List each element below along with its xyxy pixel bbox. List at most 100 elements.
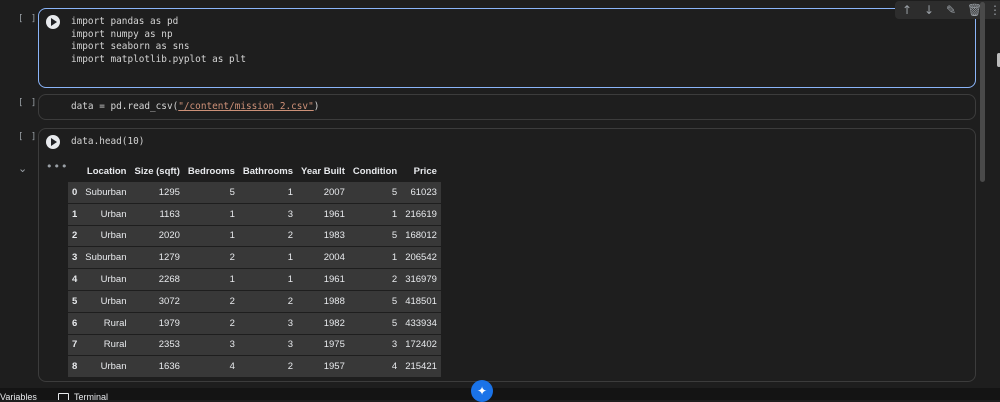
table-cell: 168012 (401, 224, 441, 247)
move-down-icon[interactable]: ↓ (923, 3, 935, 17)
cell-1-execution-count: [ ] (18, 14, 38, 24)
play-icon (51, 18, 57, 26)
code-cell-2[interactable]: data = pd.read_csv("/content/mission 2.c… (38, 94, 976, 120)
table-cell: 2 (183, 289, 239, 313)
table-cell: 1983 (297, 224, 349, 247)
table-cell: 1 (348, 202, 402, 226)
row-index: 4 (68, 268, 82, 291)
row-index: 2 (68, 224, 82, 247)
table-cell: 1 (183, 268, 239, 291)
table-row: 8 Urban 1636 4 2 1957 4 215421 (68, 355, 441, 378)
output-actions-icon[interactable]: ••• (46, 160, 68, 173)
table-row: 5 Urban 3072 2 2 1988 5 418501 (68, 289, 441, 313)
page-scrollbar[interactable] (978, 0, 986, 388)
run-cell-button[interactable] (46, 135, 60, 149)
gemini-icon[interactable]: ✦ (471, 380, 493, 402)
table-cell: 2268 (130, 268, 184, 291)
row-index: 0 (68, 181, 82, 204)
table-cell: 3 (183, 333, 239, 356)
row-index: 8 (68, 355, 82, 378)
table-cell: 1961 (297, 268, 349, 291)
table-cell: Urban (81, 355, 131, 378)
table-cell: Suburban (81, 246, 131, 269)
table-cell: Suburban (81, 181, 131, 204)
table-cell: 5 (348, 224, 402, 247)
table-row: 6 Rural 1979 2 3 1982 5 433934 (68, 311, 441, 335)
table-cell: 3 (238, 202, 298, 226)
table-cell: 2 (238, 289, 298, 313)
code-editor[interactable]: data = pd.read_csv("/content/mission 2.c… (71, 101, 319, 114)
row-index: 3 (68, 246, 82, 269)
table-row: 3 Suburban 1279 2 1 2004 1 206542 (68, 246, 441, 269)
table-cell: 1636 (130, 355, 184, 378)
table-cell: Urban (81, 268, 131, 291)
column-header (68, 161, 82, 182)
table-cell: 172402 (401, 333, 441, 356)
table-cell: 2004 (297, 246, 349, 269)
table-cell: 5 (348, 311, 402, 335)
table-cell: 2 (238, 355, 298, 378)
table-cell: 2020 (130, 224, 184, 247)
table-cell: 1279 (130, 246, 184, 269)
terminal-tab[interactable]: Terminal (58, 391, 108, 400)
table-cell: 1982 (297, 311, 349, 335)
table-cell: Rural (81, 311, 131, 335)
table-cell: 1163 (130, 202, 184, 226)
table-cell: 4 (183, 355, 239, 378)
table-cell: 316979 (401, 268, 441, 291)
table-cell: 1 (183, 224, 239, 247)
more-options-icon[interactable]: ⋮ (989, 3, 1000, 17)
column-header: Size (sqft) (130, 161, 184, 182)
collapse-output-icon[interactable]: ⌄ (18, 162, 27, 175)
table-cell: 1295 (130, 181, 184, 204)
move-up-icon[interactable]: ↑ (901, 3, 913, 17)
table-cell: Urban (81, 224, 131, 247)
column-header: Bathrooms (238, 161, 298, 182)
table-cell: 215421 (401, 355, 441, 378)
table-cell: 3 (348, 333, 402, 356)
column-header: Condition (348, 161, 402, 182)
table-cell: 61023 (401, 181, 441, 204)
code-cell-1[interactable]: import pandas as pd import numpy as np i… (38, 1, 1000, 88)
table-cell: 3 (238, 333, 298, 356)
run-cell-button[interactable] (46, 15, 60, 29)
table-cell: 418501 (401, 289, 441, 313)
code-editor[interactable]: import pandas as pd import numpy as np i… (71, 16, 246, 66)
table-row: 2 Urban 2020 1 2 1983 5 168012 (68, 224, 441, 247)
code-editor[interactable]: data.head(10) (71, 136, 144, 149)
table-cell: Rural (81, 333, 131, 356)
table-cell: 216619 (401, 202, 441, 226)
table-cell: 3072 (130, 289, 184, 313)
dataframe-table: Location Size (sqft) Bedrooms Bathrooms … (68, 161, 441, 378)
table-cell: 1 (238, 268, 298, 291)
table-cell: 1 (238, 181, 298, 204)
table-cell: Urban (81, 289, 131, 313)
row-index: 6 (68, 311, 82, 335)
table-row: 4 Urban 2268 1 1 1961 2 316979 (68, 268, 441, 291)
table-cell: 1 (238, 246, 298, 269)
bottom-panel-bar: Variables Terminal (0, 388, 1000, 400)
variables-tab[interactable]: Variables (0, 391, 37, 400)
column-header: Year Built (297, 161, 349, 182)
table-cell: 433934 (401, 311, 441, 335)
row-index: 1 (68, 202, 82, 226)
row-index: 5 (68, 289, 82, 313)
table-cell: 1961 (297, 202, 349, 226)
table-cell: 3 (238, 311, 298, 335)
notebook: [ ] import pandas as pd import numpy as … (0, 0, 1000, 388)
column-header: Bedrooms (183, 161, 239, 182)
edit-icon[interactable]: ✎ (945, 3, 957, 17)
table-cell: 1988 (297, 289, 349, 313)
play-icon (51, 138, 57, 146)
table-header-row: Location Size (sqft) Bedrooms Bathrooms … (68, 161, 441, 182)
terminal-label: Terminal (74, 392, 109, 400)
code-text: data = pd.read_csv( (71, 101, 179, 112)
table-cell: 2 (238, 224, 298, 247)
cell-2-execution-count: [ ] (18, 98, 38, 108)
table-cell: 1 (183, 202, 239, 226)
table-row: 1 Urban 1163 1 3 1961 1 216619 (68, 202, 441, 226)
table-cell: 5 (348, 289, 402, 313)
table-cell: 2 (183, 311, 239, 335)
table-cell: 2007 (297, 181, 349, 204)
scrollbar-thumb[interactable] (980, 2, 985, 182)
